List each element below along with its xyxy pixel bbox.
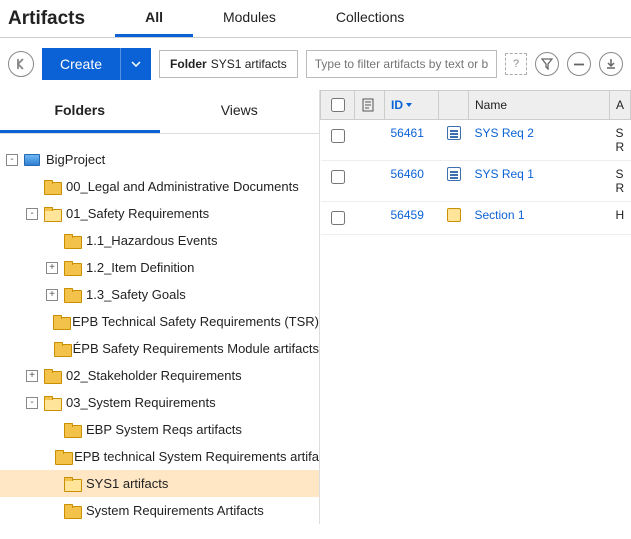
download-button[interactable] xyxy=(599,52,623,76)
tree-row[interactable]: +1.2_Item Definition xyxy=(0,254,319,281)
tree-row[interactable]: EPB technical System Requirements artifa xyxy=(0,443,319,470)
folder-icon xyxy=(55,450,68,463)
col-header-type[interactable] xyxy=(355,91,385,120)
tree-row[interactable]: - 01_Safety Requirements xyxy=(0,200,319,227)
tree-label: EPB technical System Requirements artifa xyxy=(74,449,319,464)
folder-tree: - BigProject 00_Legal and Administrative D… xyxy=(0,134,319,524)
col-header-id[interactable]: ID xyxy=(385,91,439,120)
artifact-type-cell: SR xyxy=(609,161,630,202)
side-tab-folders[interactable]: Folders xyxy=(0,90,160,133)
breadcrumb-type: Folder xyxy=(170,57,207,71)
tree-label: EBP System Reqs artifacts xyxy=(86,422,242,437)
filter-input[interactable] xyxy=(306,50,497,78)
tree-row[interactable]: SYS1 artifacts xyxy=(0,470,319,497)
tree-label: 02_Stakeholder Requirements xyxy=(66,368,242,383)
select-all-checkbox[interactable] xyxy=(331,98,345,112)
table-row[interactable]: 56460 SYS Req 1 SR xyxy=(321,161,631,202)
folder-icon xyxy=(64,423,80,436)
sort-desc-icon xyxy=(405,101,413,109)
tab-collections[interactable]: Collections xyxy=(306,0,434,37)
tree-label: 1.3_Safety Goals xyxy=(86,287,186,302)
project-icon xyxy=(24,154,40,166)
folder-icon xyxy=(54,342,67,355)
filter-icon-button[interactable] xyxy=(535,52,559,76)
minus-icon xyxy=(574,63,584,66)
folder-icon xyxy=(64,288,80,301)
artifact-type-cell: H xyxy=(609,202,630,235)
tree-label: EPB Technical Safety Requirements (TSR) xyxy=(72,314,319,329)
tree-label: 1.1_Hazardous Events xyxy=(86,233,218,248)
folder-icon xyxy=(44,369,60,382)
tree-row[interactable]: +02_Stakeholder Requirements xyxy=(0,362,319,389)
tree-row[interactable]: - 03_System Requirements xyxy=(0,389,319,416)
col-header-checkbox[interactable] xyxy=(321,91,355,120)
tree-row[interactable]: EBP System Reqs artifacts xyxy=(0,416,319,443)
tree-row[interactable]: EPB Technical Safety Requirements (TSR) xyxy=(0,308,319,335)
tree-label: SYS1 artifacts xyxy=(86,476,168,491)
side-tab-views[interactable]: Views xyxy=(160,90,320,133)
tree-label: 03_System Requirements xyxy=(66,395,216,410)
artifact-id-link[interactable]: 56460 xyxy=(391,167,424,181)
artifact-icon xyxy=(447,167,461,181)
tree-toggle[interactable]: - xyxy=(6,154,18,166)
tree-toggle[interactable]: + xyxy=(26,370,38,382)
page-title: Artifacts xyxy=(8,8,115,30)
tree-toggle[interactable]: - xyxy=(26,397,38,409)
artifact-name-link[interactable]: Section 1 xyxy=(475,208,525,222)
collapse-button[interactable] xyxy=(567,52,591,76)
folder-icon xyxy=(64,261,80,274)
back-button[interactable] xyxy=(8,51,34,77)
tree-row[interactable]: +1.3_Safety Goals xyxy=(0,281,319,308)
tree-toggle[interactable]: - xyxy=(26,208,38,220)
tree-row[interactable]: System Requirements Artifacts xyxy=(0,497,319,524)
download-icon xyxy=(605,58,617,70)
help-icon[interactable]: ? xyxy=(505,53,527,75)
section-icon xyxy=(447,208,461,222)
header-tabs: All Modules Collections xyxy=(115,0,434,37)
artifact-id-link[interactable]: 56459 xyxy=(391,208,424,222)
folder-icon xyxy=(44,396,60,409)
back-icon xyxy=(14,57,28,71)
document-icon xyxy=(361,98,375,112)
col-header-icon xyxy=(439,91,469,120)
tree-label: 00_Legal and Administrative Documents xyxy=(66,179,299,194)
folder-icon xyxy=(64,477,80,490)
row-checkbox[interactable] xyxy=(331,170,345,184)
table-row[interactable]: 56461 SYS Req 2 SR xyxy=(321,120,631,161)
artifact-name-link[interactable]: SYS Req 1 xyxy=(475,167,534,181)
tab-modules[interactable]: Modules xyxy=(193,0,306,37)
tree-label: 01_Safety Requirements xyxy=(66,206,209,221)
artifact-name-link[interactable]: SYS Req 2 xyxy=(475,126,534,140)
create-button[interactable]: Create xyxy=(42,48,120,80)
row-checkbox[interactable] xyxy=(331,129,345,143)
tree-toggle[interactable]: + xyxy=(46,262,58,274)
breadcrumb[interactable]: Folder SYS1 artifacts xyxy=(159,50,298,78)
tree-label: BigProject xyxy=(46,152,105,167)
tree-row[interactable]: 00_Legal and Administrative Documents xyxy=(0,173,319,200)
col-header-name[interactable]: Name xyxy=(469,91,610,120)
chevron-down-icon xyxy=(131,61,141,67)
artifact-id-link[interactable]: 56461 xyxy=(391,126,424,140)
tree-label: ÉPB Safety Requirements Module artifacts xyxy=(73,341,319,356)
folder-icon xyxy=(44,180,60,193)
tab-all[interactable]: All xyxy=(115,0,193,37)
tree-row[interactable]: ÉPB Safety Requirements Module artifacts xyxy=(0,335,319,362)
create-dropdown[interactable] xyxy=(120,48,151,80)
tree-label: 1.2_Item Definition xyxy=(86,260,194,275)
artifact-icon xyxy=(447,126,461,140)
table-row[interactable]: 56459 Section 1 H xyxy=(321,202,631,235)
artifact-type-cell: SR xyxy=(609,120,630,161)
folder-icon xyxy=(53,315,66,328)
row-checkbox[interactable] xyxy=(331,211,345,225)
tree-toggle[interactable]: + xyxy=(46,289,58,301)
funnel-icon xyxy=(541,58,553,70)
breadcrumb-value: SYS1 artifacts xyxy=(211,57,287,71)
tree-row[interactable]: 1.1_Hazardous Events xyxy=(0,227,319,254)
col-header-a[interactable]: A xyxy=(609,91,630,120)
tree-label: System Requirements Artifacts xyxy=(86,503,264,518)
tree-row[interactable]: - BigProject xyxy=(0,146,319,173)
folder-icon xyxy=(64,234,80,247)
folder-icon xyxy=(44,207,60,220)
folder-icon xyxy=(64,504,80,517)
